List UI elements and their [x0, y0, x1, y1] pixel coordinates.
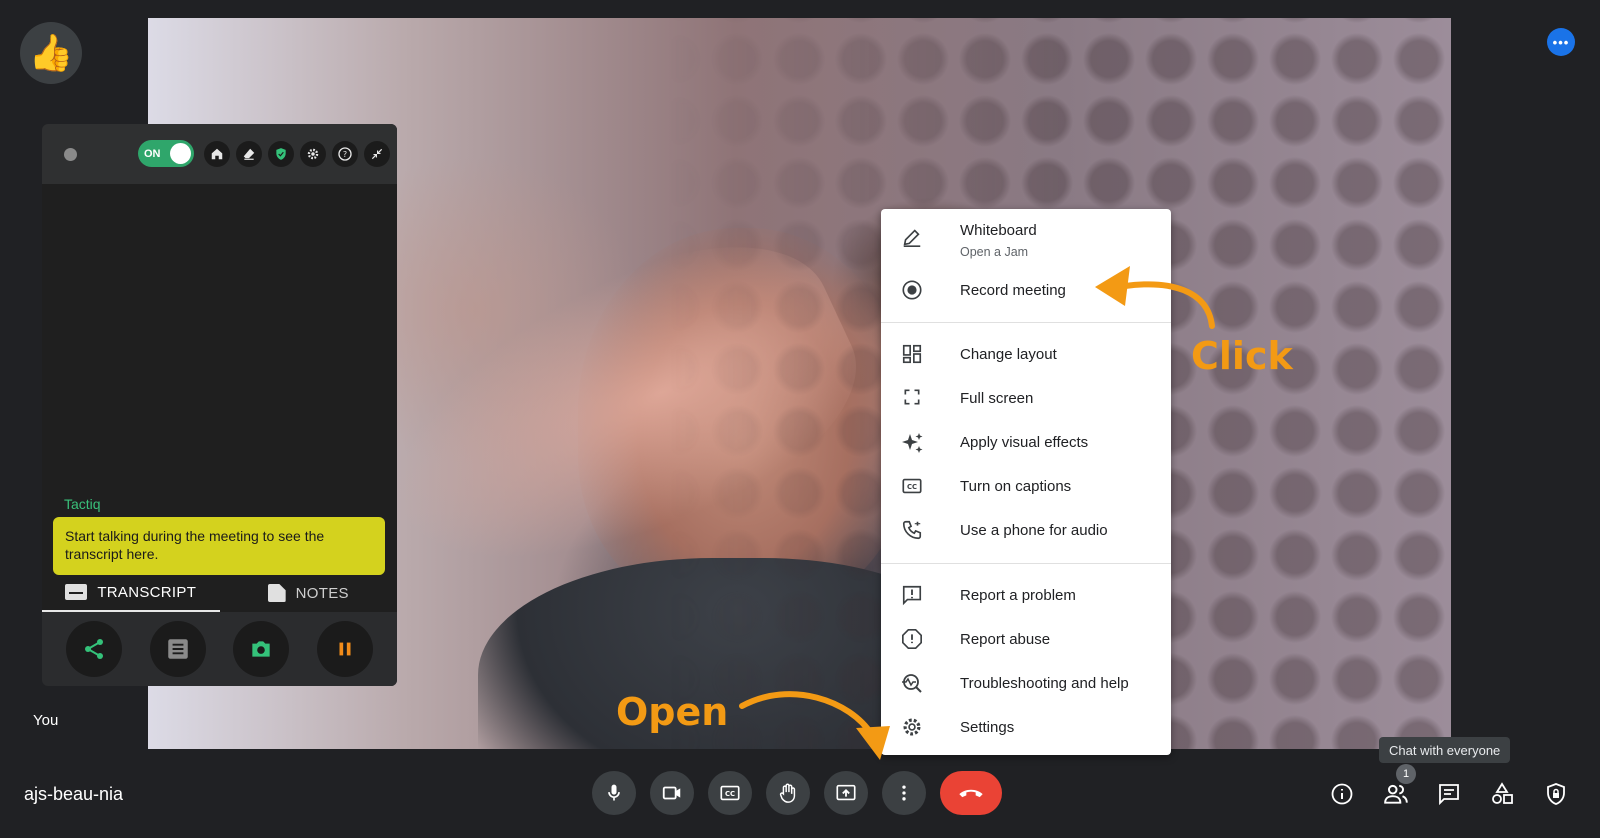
more-options-button[interactable] — [882, 771, 926, 815]
open-arrow-head — [856, 726, 890, 760]
host-controls-icon — [1547, 783, 1565, 805]
end-call-button[interactable] — [940, 771, 1002, 815]
present-icon — [836, 784, 856, 801]
annotation-open: Open — [616, 690, 729, 734]
more-options-icon — [902, 785, 906, 801]
activities-icon — [1492, 782, 1513, 804]
chat-button[interactable] — [1434, 779, 1464, 809]
host-controls-button[interactable] — [1541, 779, 1571, 809]
open-arrow-curve — [739, 691, 875, 738]
raise-hand-button[interactable] — [766, 771, 810, 815]
microphone-button[interactable] — [592, 771, 636, 815]
camera-icon — [662, 786, 681, 800]
chat-icon — [1439, 784, 1459, 806]
people-icon — [1384, 784, 1408, 804]
annotation-arrows — [739, 266, 1215, 760]
present-button[interactable] — [824, 771, 868, 815]
participants-count-badge: 1 — [1396, 764, 1416, 784]
info-icon — [1331, 783, 1353, 805]
svg-text:CC: CC — [725, 790, 735, 798]
click-arrow-head — [1095, 266, 1130, 306]
captions-icon: CC — [720, 785, 740, 801]
raise-hand-icon — [779, 783, 796, 803]
camera-button[interactable] — [650, 771, 694, 815]
chat-tooltip: Chat with everyone — [1379, 737, 1511, 763]
microphone-icon — [608, 784, 620, 801]
end-call-icon — [959, 789, 983, 798]
annotation-click: Click — [1191, 334, 1293, 378]
activities-button[interactable] — [1487, 779, 1517, 809]
meeting-details-button[interactable] — [1327, 779, 1357, 809]
captions-button[interactable]: CC — [708, 771, 752, 815]
click-arrow-curve — [1122, 281, 1215, 329]
